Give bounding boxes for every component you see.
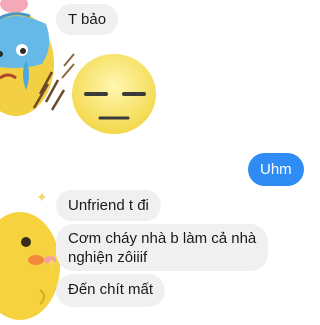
message-text-line: Cơm cháy nhà b làm cả nhà <box>68 230 257 247</box>
message-bubble-incoming[interactable]: Unfriend t đi <box>56 190 161 221</box>
message-bubble-incoming[interactable]: T bảo <box>56 4 119 35</box>
message-text: Unfriend t đi <box>68 197 149 214</box>
expressionless-face-sticker-icon <box>61 53 156 134</box>
message-bubble-incoming[interactable]: Cơm cháy nhà b làm cả nhà nghiện zôiiif <box>56 224 269 271</box>
message-text-line: nghiện zôiiif <box>68 249 148 266</box>
message-bubble-outgoing[interactable]: Uhm <box>248 153 304 186</box>
message-text: Uhm <box>260 161 292 178</box>
message-text: T bảo <box>68 11 107 28</box>
message-text: Đến chít mất <box>68 281 154 298</box>
message-bubble-incoming[interactable]: Đến chít mất <box>56 274 166 307</box>
sparkle-icon: ✦ <box>36 189 48 205</box>
message-sticker[interactable] <box>60 48 160 140</box>
